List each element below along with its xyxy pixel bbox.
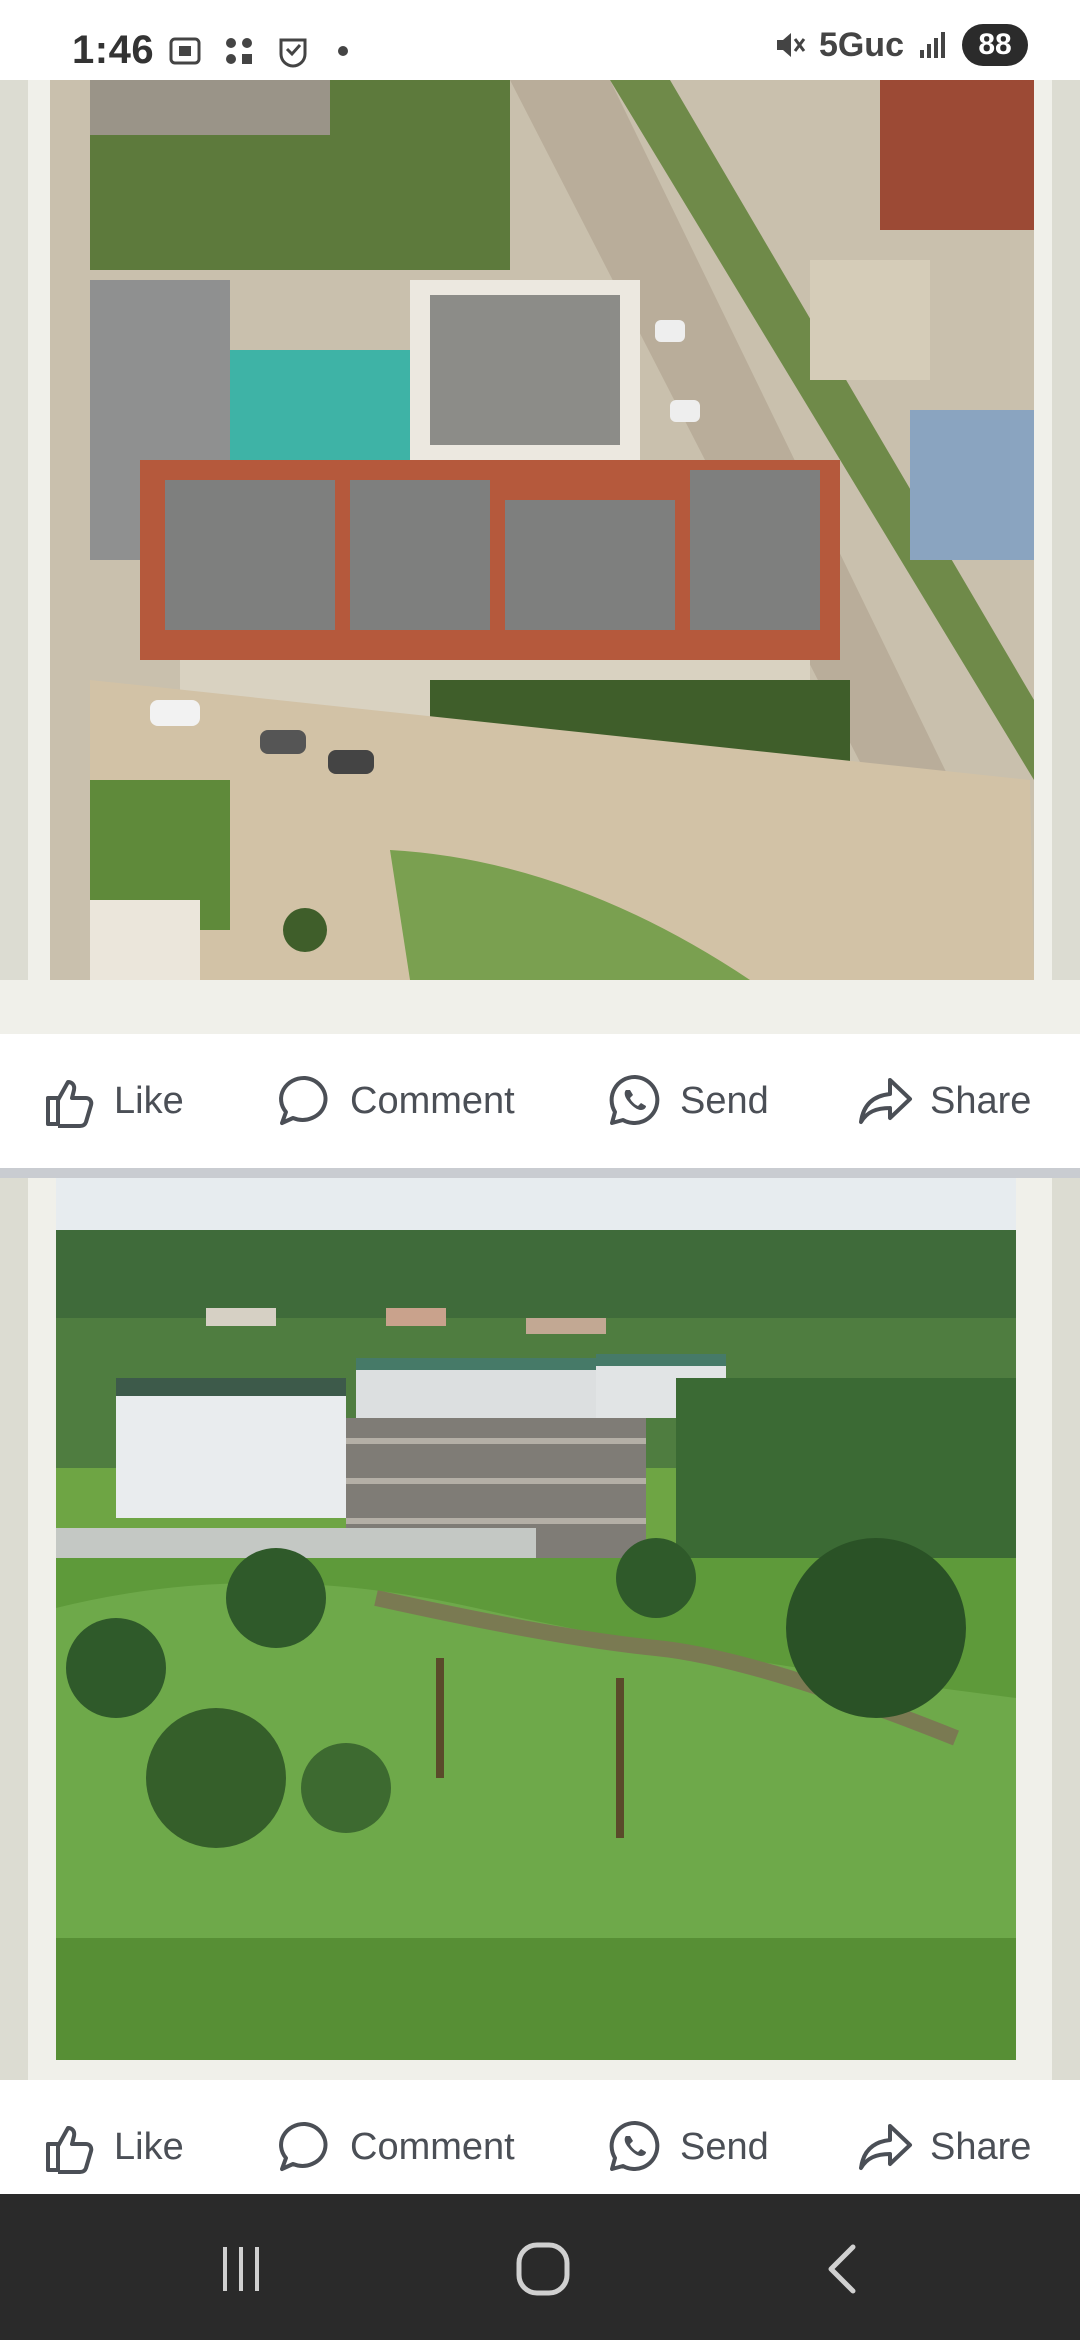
screenshot-icon [169,37,201,65]
share-button[interactable]: Share [856,2118,1031,2176]
back-icon [828,2244,856,2294]
apps-icon [226,38,252,64]
comment-icon [279,1075,328,1125]
comment-label: Comment [350,2125,515,2168]
status-right: 5Guc 88 [773,24,1028,66]
whatsapp-icon [609,1074,660,1125]
whatsapp-icon [609,2120,660,2171]
home-button[interactable] [508,2234,578,2304]
like-button[interactable]: Like [40,2118,184,2176]
shield-check-icon [279,38,307,68]
mute-icon [776,33,806,57]
like-label: Like [114,2125,184,2168]
send-button[interactable]: Send [606,2118,769,2176]
share-arrow-icon [859,1078,912,1124]
recent-apps-icon [223,2247,259,2291]
home-icon [516,2242,570,2296]
post-spacer [0,980,1080,1034]
back-button[interactable] [810,2234,880,2304]
share-button[interactable]: Share [856,1072,1031,1130]
signal-icon [920,32,945,58]
status-time: 1:46 [72,28,155,72]
post-image-frame [0,80,1080,980]
frame-border [0,1178,28,2080]
post-image[interactable] [56,1178,1016,2060]
send-label: Send [680,2125,769,2168]
send-label: Send [680,1079,769,1122]
battery-level: 88 [962,24,1028,66]
share-label: Share [930,2125,1032,2168]
post-action-bar: Like Comment Send Share [0,1034,1080,1168]
status-bar: 1:46 5Guc 88 [0,0,1080,80]
post-image-frame [0,1178,1080,2080]
notification-icons [168,34,348,68]
share-label: Share [930,1079,1032,1122]
thumbs-up-icon [46,2126,94,2174]
feed-divider [0,1168,1080,1178]
comment-button[interactable]: Comment [276,2118,515,2176]
frame-border [1052,1178,1080,2080]
like-label: Like [114,1079,184,1122]
network-type: 5Guc [818,25,904,64]
send-button[interactable]: Send [606,1072,769,1130]
share-arrow-icon [859,2124,912,2170]
aerial-photo-buildings [56,1178,1016,2060]
frame-border [0,80,28,980]
comment-button[interactable]: Comment [276,1072,515,1130]
comment-icon [279,2121,328,2171]
more-notifications-dot [338,46,348,56]
system-nav-bar [0,2194,1080,2340]
thumbs-up-icon [46,1080,94,1128]
like-button[interactable]: Like [40,1072,184,1130]
aerial-photo-complex [50,80,1034,980]
frame-border [1052,80,1080,980]
comment-label: Comment [350,1079,515,1122]
recent-apps-button[interactable] [206,2234,276,2304]
post-image[interactable] [50,80,1034,980]
